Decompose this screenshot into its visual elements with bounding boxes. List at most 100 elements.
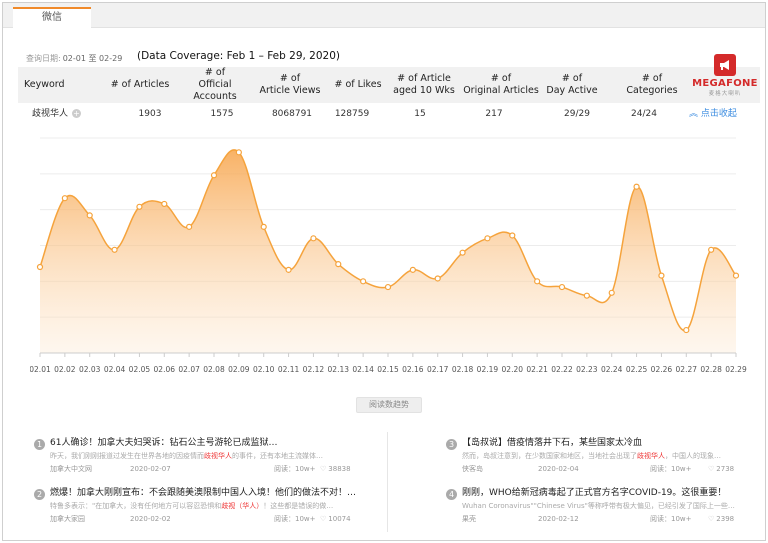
article-reads: 阅读：10w+	[650, 515, 692, 523]
header-articles: # of Articles	[110, 79, 170, 90]
collapse-link[interactable]: ︽ 点击收起	[689, 106, 737, 122]
article-item-3[interactable]: 3 【岛叔说】借疫情落井下石，某些国家太冷血 然而，岛叔注意到，在少数国家和地区…	[446, 437, 746, 477]
header-likes: # of Likes	[334, 79, 382, 90]
article-item-1[interactable]: 1 61人确诊！加拿大夫妇哭诉：钻石公主号游轮已成监狱… 昨天，我们刚刚报道过发…	[34, 437, 364, 477]
accounts-value: 1575	[210, 109, 234, 119]
query-date: 查询日期: 02-01 至 02-29	[26, 53, 122, 64]
header-original: # of Original Articles	[463, 73, 539, 96]
data-point	[186, 223, 193, 230]
article-likes: ♡ 38838	[320, 465, 351, 473]
tab-wechat[interactable]: 微信	[13, 7, 91, 28]
data-point	[459, 249, 466, 256]
data-coverage-note: (Data Coverage: Feb 1 – Feb 29, 2020)	[137, 50, 341, 62]
x-tick-label: 02.17	[427, 365, 449, 374]
day-active-value: 29/29	[564, 109, 590, 119]
x-tick-label: 02.01	[30, 365, 51, 374]
categories-value: 24/24	[631, 109, 657, 119]
article-title[interactable]: 燃爆！加拿大刚刚宣布：不会跟随美澳限制中国人入境！他们的做法不对！…	[50, 487, 366, 500]
x-tick-label: 02.21	[526, 365, 548, 374]
data-point	[136, 203, 143, 210]
x-tick-label: 02.12	[303, 365, 325, 374]
heart-icon: ♡	[320, 465, 327, 473]
data-point	[86, 212, 93, 219]
data-point	[235, 149, 242, 156]
data-point	[409, 266, 416, 273]
article-title[interactable]: 61人确诊！加拿大夫妇哭诉：钻石公主号游轮已成监狱…	[50, 437, 366, 450]
article-snippet: Wuhan Coronavirus""Chinese Virus"等称呼带有极大…	[462, 502, 735, 510]
heart-icon: ♡	[708, 515, 715, 523]
article-title[interactable]: 【岛叔说】借疫情落井下石，某些国家太冷血	[462, 437, 746, 450]
article-source: 侠客岛	[462, 465, 483, 473]
rank-badge: 4	[446, 489, 457, 500]
data-point	[260, 223, 267, 230]
heart-icon: ♡	[320, 515, 327, 523]
x-tick-label: 02.24	[601, 365, 623, 374]
article-reads: 阅读：10w+	[274, 465, 316, 473]
article-likes: ♡ 2398	[708, 515, 735, 523]
query-range: 02-01 至 02-29	[62, 54, 123, 63]
view-trend-button[interactable]: 阅读数趋势	[356, 397, 422, 413]
double-chevron-up-icon: ︽	[689, 109, 699, 119]
article-source: 加拿大家园	[50, 515, 85, 523]
x-tick-label: 02.23	[576, 365, 598, 374]
data-point	[633, 183, 640, 190]
x-tick-label: 02.07	[178, 365, 200, 374]
article-item-2[interactable]: 2 燃爆！加拿大刚刚宣布：不会跟随美澳限制中国人入境！他们的做法不对！… 特鲁多…	[34, 487, 364, 527]
data-point	[335, 261, 342, 268]
add-icon[interactable]: +	[72, 109, 82, 118]
views-value: 8068791	[271, 109, 313, 119]
articles-value: 1903	[138, 109, 162, 119]
table-row: 歧视华人 + 1903 1575 8068791 128759 15 217 29…	[18, 106, 760, 122]
data-point	[360, 278, 367, 285]
header-aged: # of Article aged 10 Wks	[393, 73, 455, 96]
data-point	[484, 235, 491, 242]
article-meta: 果壳 2020-02-12 阅读：10w+ ♡ 2398	[462, 513, 746, 525]
likes-value: 128759	[334, 109, 370, 119]
data-point	[161, 200, 168, 208]
header-views: # of Article Views	[259, 73, 321, 96]
data-point	[583, 292, 590, 299]
rank-badge: 2	[34, 489, 45, 500]
x-tick-label: 02.02	[54, 365, 76, 374]
article-title[interactable]: 刚刚，WHO给新冠病毒起了正式官方名字COVID-19。这很重要！	[462, 487, 746, 500]
keyword-value: 歧视华人	[32, 109, 69, 119]
tab-bar: 微信	[3, 3, 765, 28]
x-tick-label: 02.13	[328, 365, 350, 374]
data-point	[210, 172, 218, 179]
x-tick-label: 02.08	[203, 365, 225, 374]
x-tick-label: 02.14	[352, 365, 374, 374]
data-point	[509, 232, 516, 239]
header-keyword: Keyword	[24, 79, 65, 90]
megafone-logo: MEGAFONE 麦格大喇叭	[692, 54, 758, 100]
x-tick-label: 02.05	[129, 365, 151, 374]
data-point	[384, 283, 392, 291]
data-point	[608, 289, 615, 296]
collapse-label: 点击收起	[700, 109, 737, 119]
column-divider	[387, 432, 388, 532]
article-likes: ♡ 2738	[708, 465, 735, 473]
x-tick-label: 02.16	[402, 365, 424, 374]
data-point	[558, 283, 566, 291]
x-tick-label: 02.10	[253, 365, 275, 374]
x-tick-label: 02.19	[477, 365, 499, 374]
article-item-4[interactable]: 4 刚刚，WHO给新冠病毒起了正式官方名字COVID-19。这很重要！ Wuha…	[446, 487, 746, 527]
header-day-active: # of Day Active	[546, 73, 598, 96]
keyword-cell: 歧视华人 +	[32, 106, 82, 122]
data-point	[732, 272, 740, 279]
x-tick-label: 02.06	[154, 365, 176, 374]
x-tick-label: 02.09	[228, 365, 250, 374]
article-meta: 加拿大家园 2020-02-02 阅读：10w+ ♡ 10074	[50, 513, 366, 525]
rank-badge: 3	[446, 439, 457, 450]
x-tick-label: 02.22	[551, 365, 573, 374]
logo-name: MEGAFONE	[692, 78, 758, 89]
x-tick-label: 02.15	[377, 365, 399, 374]
article-meta: 加拿大中文网 2020-02-07 阅读：10w+ ♡ 38838	[50, 463, 366, 475]
article-meta: 侠客岛 2020-02-04 阅读：10w+ ♡ 2738	[462, 463, 746, 475]
x-tick-label: 02.11	[278, 365, 300, 374]
data-point	[534, 278, 541, 285]
x-tick-label: 02.18	[452, 365, 474, 374]
x-tick-label: 02.28	[700, 365, 722, 374]
article-date: 2020-02-02	[130, 515, 171, 523]
query-label: 查询日期:	[26, 54, 61, 63]
table-header: Keyword # of Articles # of Official Acco…	[18, 67, 760, 103]
